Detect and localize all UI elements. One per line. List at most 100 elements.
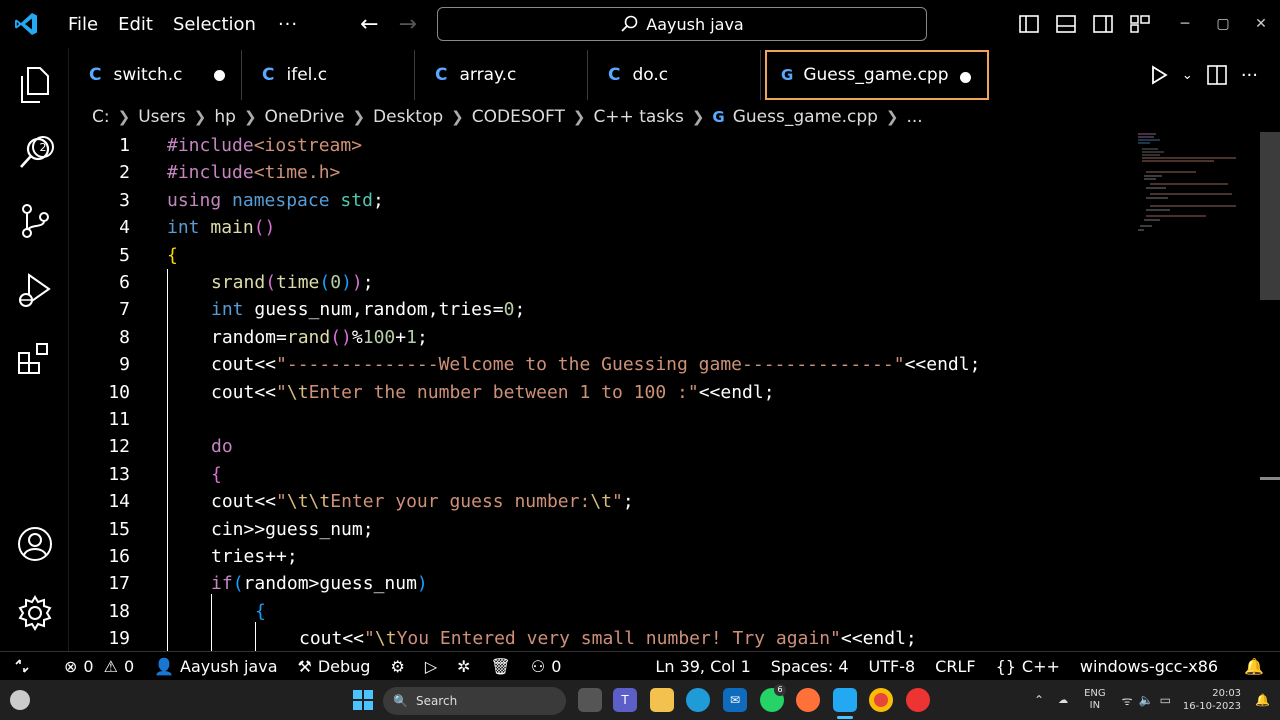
code-line[interactable]: 18 {	[69, 598, 1129, 625]
battery-icon[interactable]: ▭	[1160, 693, 1171, 707]
problems-indicator[interactable]: ⊗ 0 ⚠ 0	[54, 657, 144, 676]
breadcrumb-item[interactable]: OneDrive	[265, 107, 345, 127]
extensions-icon[interactable]	[14, 338, 56, 380]
source-control-icon[interactable]	[14, 200, 56, 242]
code-line[interactable]: 11	[69, 406, 1129, 433]
more-actions-icon[interactable]: ···	[1241, 65, 1258, 86]
close-icon[interactable]: ✕	[1242, 0, 1280, 48]
menu-edit[interactable]: Edit	[108, 14, 163, 35]
clock[interactable]: 20:03 16-10-2023	[1183, 687, 1241, 713]
accounts-icon[interactable]	[14, 523, 56, 565]
code-line[interactable]: 16 tries++;	[69, 543, 1129, 570]
breadcrumb-item[interactable]: C++ tasks	[593, 107, 683, 127]
windows-start-icon[interactable]	[353, 690, 373, 710]
code-line[interactable]: 10 cout<<"\tEnter the number between 1 to…	[69, 379, 1129, 406]
chevron-down-icon[interactable]: ⌄	[1182, 68, 1193, 83]
toggle-secondary-sidebar-icon[interactable]	[1084, 0, 1121, 48]
command-center-search[interactable]: Aayush java	[437, 7, 927, 41]
profile-indicator[interactable]: 👤 Aayush java	[144, 657, 287, 676]
minimap[interactable]	[1136, 132, 1246, 242]
security-icon[interactable]: ☁	[1058, 695, 1068, 706]
breadcrumb-item[interactable]: Guess_game.cpp	[733, 107, 878, 127]
run-play-icon[interactable]: ▷	[415, 657, 447, 676]
scrollbar-thumb[interactable]	[1260, 132, 1280, 300]
tab-ifel-c[interactable]: C ifel.c	[242, 50, 415, 100]
code-line[interactable]: 19 cout<<"\tYou Entered very small number…	[69, 625, 1129, 651]
breadcrumb-item[interactable]: CODESOFT	[472, 107, 565, 127]
end-of-line[interactable]: CRLF	[925, 657, 985, 676]
explorer-icon[interactable]	[14, 64, 56, 106]
split-editor-icon[interactable]	[1207, 65, 1227, 85]
run-code-icon[interactable]	[1150, 65, 1168, 85]
edge-icon[interactable]	[686, 688, 710, 712]
toggle-primary-sidebar-icon[interactable]	[1010, 0, 1047, 48]
breadcrumb-item[interactable]: ...	[907, 107, 923, 127]
code-text: do	[211, 433, 233, 460]
code-line[interactable]: 6 srand(time(0));	[69, 269, 1129, 296]
manage-gear-icon[interactable]	[14, 592, 56, 634]
encoding[interactable]: UTF-8	[859, 657, 926, 676]
back-arrow-icon[interactable]: ←	[350, 12, 388, 37]
minimize-icon[interactable]: ─	[1166, 0, 1204, 48]
customize-layout-icon[interactable]	[1121, 0, 1158, 48]
mail-icon[interactable]: ✉	[723, 688, 747, 712]
tab-switch-c[interactable]: C switch.c	[69, 50, 242, 100]
ports-indicator[interactable]: ⚇ 0	[521, 657, 572, 676]
code-line[interactable]: 7 int guess_num,random,tries=0;	[69, 296, 1129, 323]
breadcrumb-item[interactable]: C:	[92, 107, 110, 127]
indentation[interactable]: Spaces: 4	[761, 657, 859, 676]
chrome-icon[interactable]	[869, 688, 893, 712]
remote-indicator-icon[interactable]	[0, 658, 44, 674]
debug-bug-icon[interactable]: ✲	[447, 657, 480, 676]
forward-arrow-icon[interactable]: →	[389, 12, 427, 37]
unsaved-dot-icon[interactable]	[960, 72, 971, 83]
file-explorer-icon[interactable]	[650, 688, 674, 712]
maximize-icon[interactable]: ▢	[1204, 0, 1242, 48]
clean-trash-icon[interactable]: 🗑	[481, 657, 521, 676]
vscode-taskbar-icon[interactable]	[833, 688, 857, 712]
volume-icon[interactable]: 🔈	[1139, 693, 1154, 707]
language-mode[interactable]: {} C++	[986, 657, 1070, 676]
task-view-icon[interactable]	[578, 688, 602, 712]
code-line[interactable]: 4 int main()	[69, 214, 1129, 241]
search-icon[interactable]	[14, 132, 56, 174]
taskbar-search-box[interactable]: 🔍 Search	[383, 687, 566, 715]
menu-more[interactable]: ···	[266, 14, 310, 35]
menu-file[interactable]: File	[58, 14, 108, 35]
tab-guess-game-cpp[interactable]: G Guess_game.cpp	[765, 50, 989, 100]
code-line[interactable]: 12 do	[69, 433, 1129, 460]
tab-do-c[interactable]: C do.c	[588, 50, 761, 100]
build-gear-icon[interactable]: ⚙	[380, 657, 414, 676]
code-line[interactable]: 14 cout<<"\t\tEnter your guess number:\t"…	[69, 488, 1129, 515]
code-line[interactable]: 9 cout<<"--------------Welcome to the Gue…	[69, 351, 1129, 378]
weather-icon[interactable]	[10, 690, 30, 710]
firefox-icon[interactable]	[796, 688, 820, 712]
teams-icon[interactable]: T	[613, 688, 637, 712]
breadcrumb-item[interactable]: Desktop	[373, 107, 443, 127]
code-editor[interactable]: 1 #include<iostream> 2 #include<time.h> 3 usi…	[69, 132, 1260, 651]
cursor-position[interactable]: Ln 39, Col 1	[645, 657, 760, 676]
breadcrumb-item[interactable]: Users	[138, 107, 186, 127]
code-line[interactable]: 3 using namespace std;	[69, 187, 1129, 214]
code-line[interactable]: 2 #include<time.h>	[69, 159, 1129, 186]
tab-array-c[interactable]: C array.c	[415, 50, 588, 100]
code-line[interactable]: 1 #include<iostream>	[69, 132, 1129, 159]
wifi-icon[interactable]: ᯤ	[1122, 692, 1133, 709]
notifications-bell-icon[interactable]: 🔔	[1228, 657, 1280, 676]
notification-bell-icon[interactable]: 🔔	[1255, 693, 1270, 707]
compiler-config[interactable]: windows-gcc-x86	[1070, 657, 1228, 676]
code-line[interactable]: 17 if(random>guess_num)	[69, 570, 1129, 597]
toggle-panel-icon[interactable]	[1047, 0, 1084, 48]
menu-selection[interactable]: Selection	[163, 14, 266, 35]
chevron-up-icon[interactable]: ⌃	[1034, 693, 1044, 707]
breadcrumb-item[interactable]: hp	[214, 107, 236, 127]
debug-config[interactable]: ⚒ Debug	[288, 657, 381, 676]
unsaved-dot-icon[interactable]	[214, 70, 225, 81]
language-indicator[interactable]: ENG IN	[1084, 688, 1106, 712]
run-and-debug-icon[interactable]	[14, 270, 56, 312]
code-line[interactable]: 13 {	[69, 461, 1129, 488]
recorder-icon[interactable]	[906, 688, 930, 712]
code-line[interactable]: 5{	[69, 242, 1129, 269]
code-line[interactable]: 8 random=rand()%100+1;	[69, 324, 1129, 351]
code-line[interactable]: 15 cin>>guess_num;	[69, 516, 1129, 543]
